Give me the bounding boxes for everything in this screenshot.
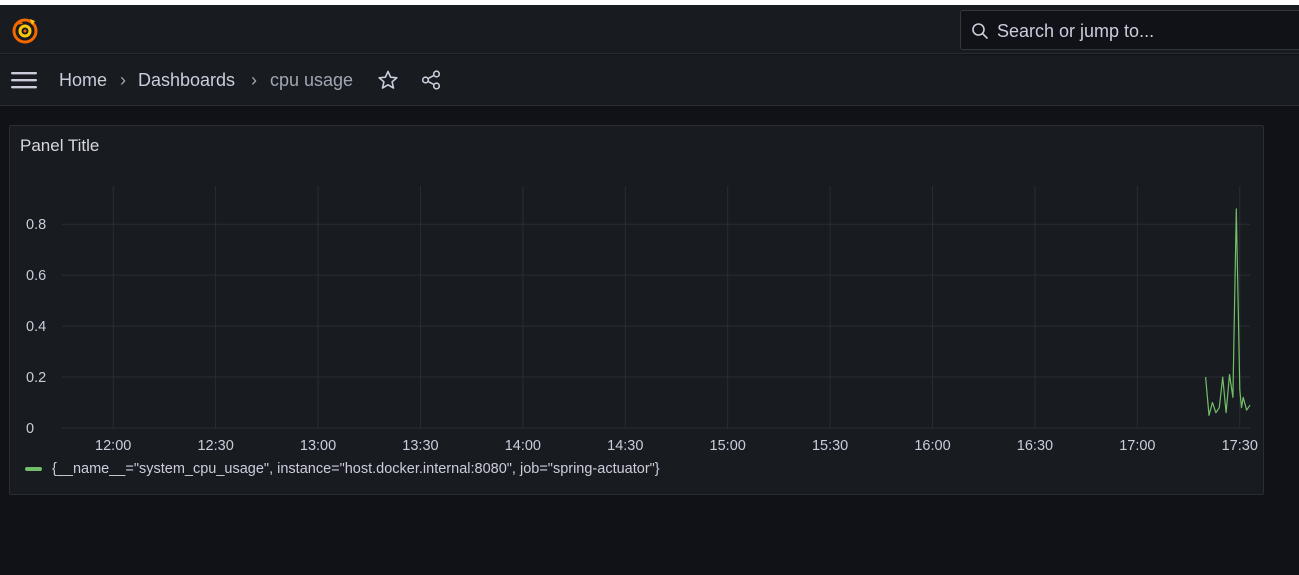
x-tick-label: 13:00 (300, 438, 336, 454)
x-tick-label: 12:30 (197, 438, 233, 454)
share-icon[interactable] (420, 69, 442, 91)
breadcrumb-separator: › (251, 70, 257, 90)
breadcrumb-home[interactable]: Home (59, 69, 107, 91)
legend-label: {__name__="system_cpu_usage", instance="… (52, 461, 660, 477)
y-tick-label: 0 (26, 421, 34, 437)
x-tick-label: 17:00 (1119, 438, 1155, 454)
search-icon (972, 23, 988, 39)
search-placeholder: Search or jump to... (997, 21, 1155, 41)
y-tick-label: 0.4 (26, 319, 46, 335)
search-input[interactable]: Search or jump to... (960, 10, 1299, 50)
star-icon[interactable] (377, 69, 399, 91)
x-tick-label: 16:30 (1017, 438, 1053, 454)
x-tick-label: 12:00 (95, 438, 131, 454)
series-line (1205, 208, 1251, 416)
x-tick-label: 14:00 (505, 438, 541, 454)
breadcrumb-bar: Home › Dashboards › cpu usage (0, 55, 1299, 106)
x-tick-label: 15:30 (812, 438, 848, 454)
legend-item[interactable]: {__name__="system_cpu_usage", instance="… (25, 461, 660, 477)
time-series-chart: 0 0.2 0.4 0.6 0.8 12:00 12:30 13:00 13:30 14:00 14… (26, 186, 1258, 454)
panel-title[interactable]: Panel Title (20, 136, 99, 156)
x-tick-label: 15:00 (710, 438, 746, 454)
breadcrumb-dashboards[interactable]: Dashboards (138, 69, 235, 91)
time-series-panel: 0 0.2 0.4 0.6 0.8 12:00 12:30 13:00 13:30 14:00 14… (9, 125, 1264, 495)
breadcrumb-separator: › (120, 70, 126, 90)
y-tick-label: 0.8 (26, 217, 46, 233)
y-tick-label: 0.6 (26, 268, 46, 284)
y-tick-label: 0.2 (26, 370, 46, 386)
x-tick-label: 13:30 (402, 438, 438, 454)
x-tick-label: 17:30 (1222, 438, 1258, 454)
grafana-logo-icon[interactable] (10, 16, 40, 46)
top-bar: Search or jump to... (0, 5, 1299, 54)
x-tick-label: 16:00 (914, 438, 950, 454)
legend-swatch (25, 467, 42, 471)
x-tick-label: 14:30 (607, 438, 643, 454)
hamburger-menu-icon[interactable] (11, 70, 37, 90)
breadcrumb-current: cpu usage (270, 70, 354, 90)
